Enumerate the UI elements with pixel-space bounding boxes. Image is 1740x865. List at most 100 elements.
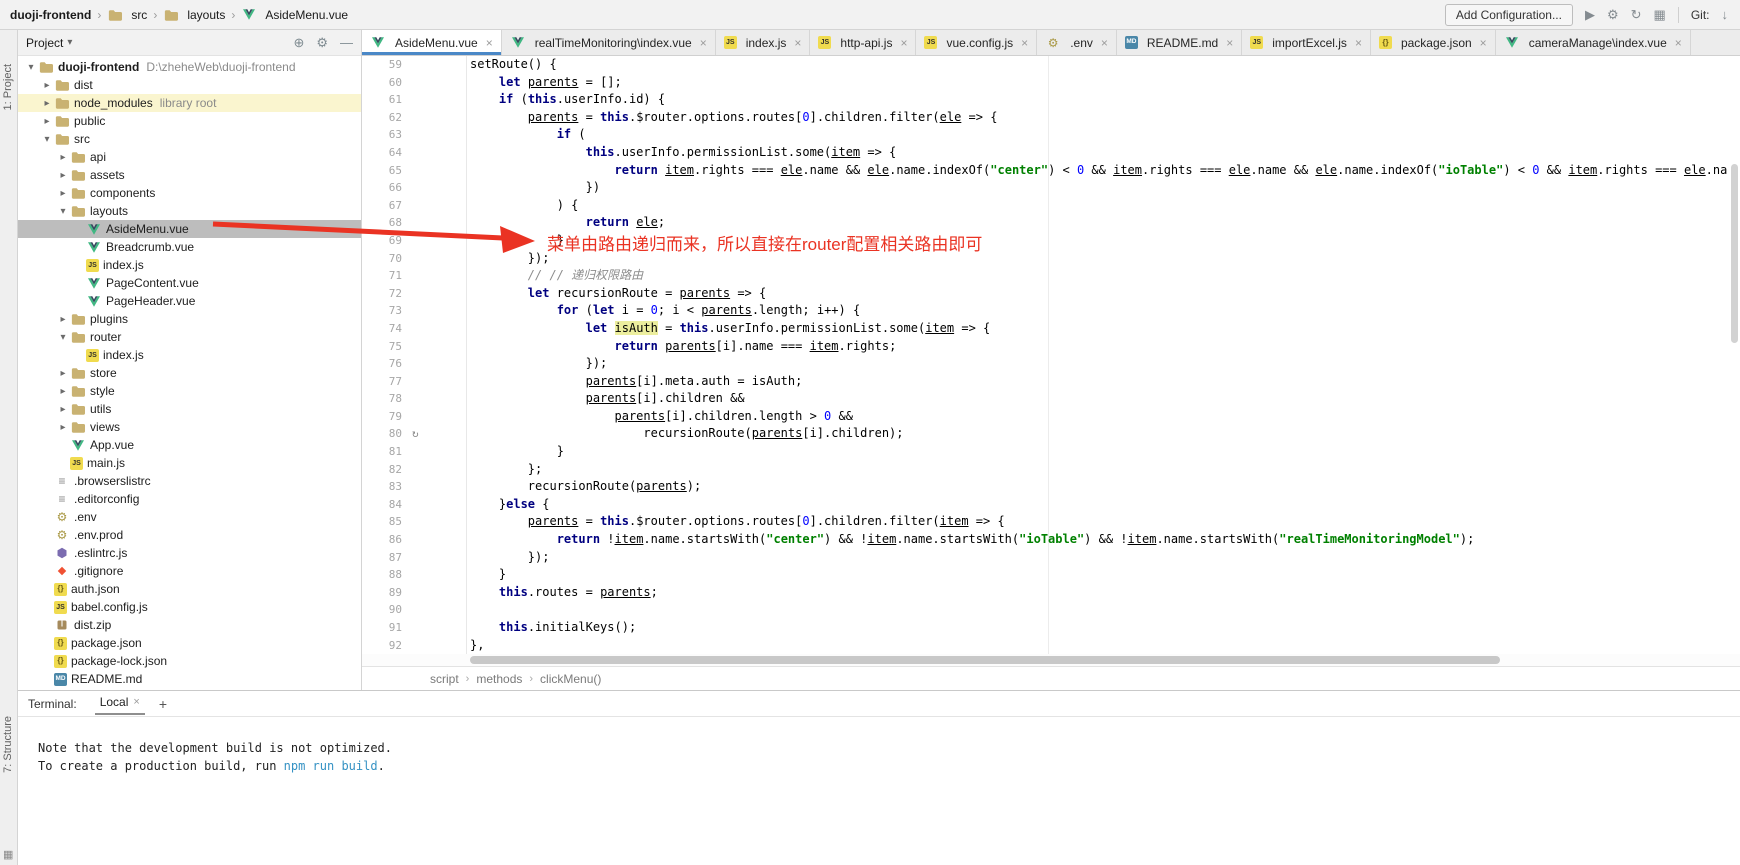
code-line-83[interactable]: 83 recursionRoute(parents); (362, 478, 1740, 496)
close-tab-icon[interactable]: × (1480, 36, 1487, 50)
code-line-63[interactable]: 63 if ( (362, 126, 1740, 144)
tree-item-.env.prod[interactable]: ⚙.env.prod (18, 526, 361, 544)
tree-item-dist.zip[interactable]: dist.zip (18, 616, 361, 634)
code-line-79[interactable]: 79 parents[i].children.length > 0 && (362, 408, 1740, 426)
tree-item-.editorconfig[interactable]: ≡.editorconfig (18, 490, 361, 508)
tree-item-app.vue[interactable]: App.vue (18, 436, 361, 454)
build-gear-icon[interactable]: ⚙ (1607, 8, 1619, 21)
line-number[interactable]: 59 (362, 56, 408, 74)
tree-item-views[interactable]: ▸views (18, 418, 361, 436)
line-number[interactable]: 80 (362, 425, 408, 443)
code-line-91[interactable]: 91 this.initialKeys(); (362, 619, 1740, 637)
line-number[interactable]: 66 (362, 179, 408, 197)
chevron-down-icon[interactable]: ▾ (67, 37, 72, 48)
line-number[interactable]: 75 (362, 338, 408, 356)
chevron-right-icon[interactable]: ▸ (56, 386, 70, 397)
line-number[interactable]: 91 (362, 619, 408, 637)
scrollbar-thumb[interactable] (1731, 164, 1738, 343)
tree-item-.env[interactable]: ⚙.env (18, 508, 361, 526)
line-number[interactable]: 83 (362, 478, 408, 496)
code-line-72[interactable]: 72 let recursionRoute = parents => { (362, 285, 1740, 303)
code-line-88[interactable]: 88 } (362, 566, 1740, 584)
tree-item-package-lock.json[interactable]: {}package-lock.json (18, 652, 361, 670)
recursive-call-icon[interactable]: ↻ (412, 427, 419, 440)
editor-breadcrumb-item-script[interactable]: script (430, 672, 459, 686)
line-number[interactable]: 87 (362, 549, 408, 567)
tool-windows-grid-icon[interactable]: ▦ (1654, 8, 1666, 21)
tree-item-router[interactable]: ▾router (18, 328, 361, 346)
line-number[interactable]: 78 (362, 390, 408, 408)
tree-item-dist[interactable]: ▸dist (18, 76, 361, 94)
code-editor[interactable]: 59setRoute() {60 let parents = [];61 if … (362, 56, 1740, 654)
line-number[interactable]: 88 (362, 566, 408, 584)
line-number[interactable]: 89 (362, 584, 408, 602)
code-line-78[interactable]: 78 parents[i].children && (362, 390, 1740, 408)
tree-item-store[interactable]: ▸store (18, 364, 361, 382)
locate-file-icon[interactable]: ⊕ (293, 36, 304, 49)
code-line-71[interactable]: 71 // // 递归权限路由 (362, 267, 1740, 285)
editor-vertical-scrollbar[interactable] (1730, 56, 1739, 654)
code-line-61[interactable]: 61 if (this.userInfo.id) { (362, 91, 1740, 109)
line-number[interactable]: 68 (362, 214, 408, 232)
close-tab-icon[interactable]: × (700, 36, 707, 50)
chevron-right-icon[interactable]: ▸ (56, 368, 70, 379)
code-line-60[interactable]: 60 let parents = []; (362, 74, 1740, 92)
editor-tab-vue.config.js[interactable]: JSvue.config.js× (916, 30, 1037, 55)
line-number[interactable]: 63 (362, 126, 408, 144)
code-line-82[interactable]: 82 }; (362, 461, 1740, 479)
project-view-title[interactable]: Project (26, 36, 63, 50)
tree-item-asidemenu.vue[interactable]: AsideMenu.vue (18, 220, 361, 238)
line-number[interactable]: 85 (362, 513, 408, 531)
hide-panel-icon[interactable]: — (340, 36, 353, 49)
tree-item-.browserslistrc[interactable]: ≡.browserslistrc (18, 472, 361, 490)
tree-item-utils[interactable]: ▸utils (18, 400, 361, 418)
code-line-66[interactable]: 66 }) (362, 179, 1740, 197)
line-number[interactable]: 72 (362, 285, 408, 303)
tree-item-public[interactable]: ▸public (18, 112, 361, 130)
line-number[interactable]: 69 (362, 232, 408, 250)
scrollbar-thumb[interactable] (470, 656, 1500, 664)
line-number[interactable]: 62 (362, 109, 408, 127)
editor-tab-asidemenu.vue[interactable]: AsideMenu.vue× (362, 30, 502, 55)
code-line-65[interactable]: 65 return item.rights === ele.name && el… (362, 162, 1740, 180)
code-line-87[interactable]: 87 }); (362, 549, 1740, 567)
tree-item-node-modules[interactable]: ▸node_moduleslibrary root (18, 94, 361, 112)
line-number[interactable]: 79 (362, 408, 408, 426)
editor-tab-.env[interactable]: ⚙.env× (1037, 30, 1117, 55)
code-line-68[interactable]: 68 return ele; (362, 214, 1740, 232)
line-number[interactable]: 74 (362, 320, 408, 338)
chevron-down-icon[interactable]: ▾ (56, 206, 70, 217)
chevron-right-icon[interactable]: ▸ (56, 422, 70, 433)
tree-item-main.js[interactable]: JSmain.js (18, 454, 361, 472)
line-number[interactable]: 90 (362, 601, 408, 619)
code-line-90[interactable]: 90 (362, 601, 1740, 619)
chevron-right-icon[interactable]: ▸ (40, 116, 54, 127)
close-tab-icon[interactable]: × (1021, 36, 1028, 50)
code-line-64[interactable]: 64 this.userInfo.permissionList.some(ite… (362, 144, 1740, 162)
tree-item-.eslintrc.js[interactable]: .eslintrc.js (18, 544, 361, 562)
line-number[interactable]: 65 (362, 162, 408, 180)
update-project-icon[interactable]: ↻ (1631, 8, 1642, 21)
editor-tab-importexcel.js[interactable]: JSimportExcel.js× (1242, 30, 1371, 55)
code-line-84[interactable]: 84 }else { (362, 496, 1740, 514)
line-number[interactable]: 92 (362, 637, 408, 654)
chevron-right-icon[interactable]: ▸ (56, 188, 70, 199)
breadcrumb-item-layouts[interactable]: layouts (161, 8, 227, 22)
terminal-tab-local[interactable]: Local× (95, 692, 145, 715)
line-number[interactable]: 64 (362, 144, 408, 162)
code-line-70[interactable]: 70 }); (362, 250, 1740, 268)
code-line-89[interactable]: 89 this.routes = parents; (362, 584, 1740, 602)
editor-breadcrumb-item-clickmenu-[interactable]: clickMenu() (540, 672, 601, 686)
add-configuration-button[interactable]: Add Configuration... (1445, 4, 1573, 26)
code-line-62[interactable]: 62 parents = this.$router.options.routes… (362, 109, 1740, 127)
breadcrumb-item-asidemenu.vue[interactable]: AsideMenu.vue (239, 8, 350, 22)
tree-item-package.json[interactable]: {}package.json (18, 634, 361, 652)
close-tab-icon[interactable]: × (1226, 36, 1233, 50)
chevron-right-icon[interactable]: ▸ (56, 152, 70, 163)
tool-window-button-project[interactable]: 1: Project (2, 64, 14, 110)
line-number[interactable]: 61 (362, 91, 408, 109)
code-line-73[interactable]: 73 for (let i = 0; i < parents.length; i… (362, 302, 1740, 320)
close-tab-icon[interactable]: × (1101, 36, 1108, 50)
line-number[interactable]: 60 (362, 74, 408, 92)
close-tab-icon[interactable]: × (794, 36, 801, 50)
